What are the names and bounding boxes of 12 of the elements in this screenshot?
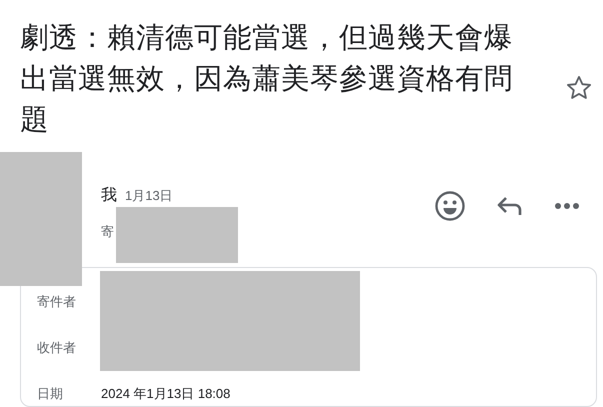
detail-label: 日期 (37, 385, 64, 404)
sender-name: 我 (101, 187, 117, 204)
detail-label: 收件者 (37, 339, 77, 358)
detail-value: 2024 年1月13日 18:08 (101, 385, 230, 404)
star-icon[interactable] (565, 74, 593, 102)
email-date: 1月13日 (125, 188, 173, 203)
emoji-reaction-icon[interactable] (434, 190, 466, 222)
reply-icon[interactable] (496, 195, 524, 217)
detail-label: 寄件者 (37, 293, 77, 312)
email-subject: 劇透：賴清德可能當選，但過幾天會爆出當選無效，因為蕭美琴參選資格有問題 (19, 21, 514, 138)
more-options-icon[interactable] (554, 202, 580, 210)
recipient-label: 寄 (101, 223, 114, 241)
